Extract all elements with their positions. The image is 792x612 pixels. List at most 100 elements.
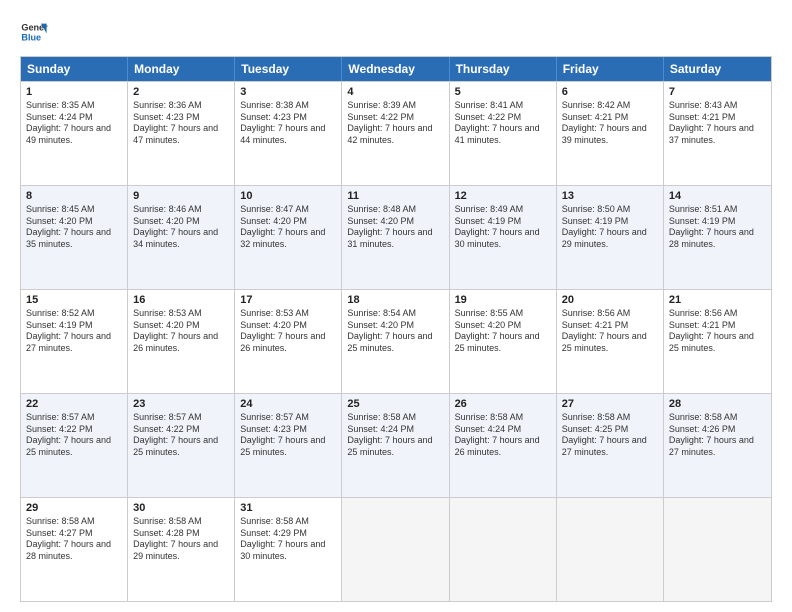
day-info: Sunrise: 8:58 AMSunset: 4:24 PMDaylight:… xyxy=(347,412,443,459)
day-info: Sunrise: 8:39 AMSunset: 4:22 PMDaylight:… xyxy=(347,100,443,147)
day-number: 25 xyxy=(347,398,443,410)
cal-cell: 5 Sunrise: 8:41 AMSunset: 4:22 PMDaylight… xyxy=(450,82,557,185)
cal-week-1: 1Sunrise: 8:35 AMSunset: 4:24 PMDaylight… xyxy=(21,81,771,185)
cal-cell: 26 Sunrise: 8:58 AMSunset: 4:24 PMDayligh… xyxy=(450,394,557,497)
day-number: 8 xyxy=(26,190,122,202)
cal-cell: 1Sunrise: 8:35 AMSunset: 4:24 PMDaylight… xyxy=(21,82,128,185)
cal-cell: 15 Sunrise: 8:52 AMSunset: 4:19 PMDayligh… xyxy=(21,290,128,393)
day-number: 19 xyxy=(455,294,551,306)
day-number: 9 xyxy=(133,190,229,202)
cal-cell: 29Sunrise: 8:58 AMSunset: 4:27 PMDayligh… xyxy=(21,498,128,601)
day-number: 28 xyxy=(669,398,766,410)
cal-cell: 20 Sunrise: 8:56 AMSunset: 4:21 PMDayligh… xyxy=(557,290,664,393)
day-number: 2 xyxy=(133,86,229,98)
day-number: 10 xyxy=(240,190,336,202)
day-info: Sunrise: 8:50 AMSunset: 4:19 PMDaylight:… xyxy=(562,204,658,251)
day-info: Sunrise: 8:48 AMSunset: 4:20 PMDaylight:… xyxy=(347,204,443,251)
logo-icon: General Blue xyxy=(20,18,48,46)
cal-header-thursday: Thursday xyxy=(450,57,557,81)
day-info: Sunrise: 8:51 AMSunset: 4:19 PMDaylight:… xyxy=(669,204,766,251)
day-info: Sunrise: 8:52 AMSunset: 4:19 PMDaylight:… xyxy=(26,308,122,355)
cal-header-friday: Friday xyxy=(557,57,664,81)
day-number: 1 xyxy=(26,86,122,98)
day-number: 3 xyxy=(240,86,336,98)
day-number: 5 xyxy=(455,86,551,98)
cal-cell: 3 Sunrise: 8:38 AMSunset: 4:23 PMDaylight… xyxy=(235,82,342,185)
day-number: 23 xyxy=(133,398,229,410)
cal-cell: 21Sunrise: 8:56 AMSunset: 4:21 PMDayligh… xyxy=(664,290,771,393)
cal-cell: 17 Sunrise: 8:53 AMSunset: 4:20 PMDayligh… xyxy=(235,290,342,393)
cal-cell xyxy=(450,498,557,601)
day-number: 24 xyxy=(240,398,336,410)
cal-cell: 18 Sunrise: 8:54 AMSunset: 4:20 PMDayligh… xyxy=(342,290,449,393)
svg-text:Blue: Blue xyxy=(21,32,41,42)
cal-header-monday: Monday xyxy=(128,57,235,81)
day-info: Sunrise: 8:58 AMSunset: 4:29 PMDaylight:… xyxy=(240,516,336,563)
day-info: Sunrise: 8:53 AMSunset: 4:20 PMDaylight:… xyxy=(133,308,229,355)
day-info: Sunrise: 8:57 AMSunset: 4:22 PMDaylight:… xyxy=(133,412,229,459)
logo: General Blue xyxy=(20,18,48,46)
day-info: Sunrise: 8:56 AMSunset: 4:21 PMDaylight:… xyxy=(562,308,658,355)
day-info: Sunrise: 8:49 AMSunset: 4:19 PMDaylight:… xyxy=(455,204,551,251)
cal-cell: 14Sunrise: 8:51 AMSunset: 4:19 PMDayligh… xyxy=(664,186,771,289)
cal-header-wednesday: Wednesday xyxy=(342,57,449,81)
day-info: Sunrise: 8:36 AMSunset: 4:23 PMDaylight:… xyxy=(133,100,229,147)
calendar-header-row: SundayMondayTuesdayWednesdayThursdayFrid… xyxy=(21,57,771,81)
calendar: SundayMondayTuesdayWednesdayThursdayFrid… xyxy=(20,56,772,602)
cal-cell xyxy=(342,498,449,601)
cal-cell: 11 Sunrise: 8:48 AMSunset: 4:20 PMDayligh… xyxy=(342,186,449,289)
day-number: 18 xyxy=(347,294,443,306)
cal-week-2: 8Sunrise: 8:45 AMSunset: 4:20 PMDaylight… xyxy=(21,185,771,289)
cal-cell: 8Sunrise: 8:45 AMSunset: 4:20 PMDaylight… xyxy=(21,186,128,289)
day-info: Sunrise: 8:54 AMSunset: 4:20 PMDaylight:… xyxy=(347,308,443,355)
cal-cell xyxy=(557,498,664,601)
cal-cell: 28 Sunrise: 8:58 AMSunset: 4:26 PMDayligh… xyxy=(664,394,771,497)
cal-cell: 19 Sunrise: 8:55 AMSunset: 4:20 PMDayligh… xyxy=(450,290,557,393)
day-info: Sunrise: 8:57 AMSunset: 4:22 PMDaylight:… xyxy=(26,412,122,459)
cal-cell: 30 Sunrise: 8:58 AMSunset: 4:28 PMDayligh… xyxy=(128,498,235,601)
day-info: Sunrise: 8:38 AMSunset: 4:23 PMDaylight:… xyxy=(240,100,336,147)
day-info: Sunrise: 8:57 AMSunset: 4:23 PMDaylight:… xyxy=(240,412,336,459)
cal-cell: 23 Sunrise: 8:57 AMSunset: 4:22 PMDayligh… xyxy=(128,394,235,497)
cal-cell: 27Sunrise: 8:58 AMSunset: 4:25 PMDayligh… xyxy=(557,394,664,497)
calendar-body: 1Sunrise: 8:35 AMSunset: 4:24 PMDaylight… xyxy=(21,81,771,601)
day-number: 20 xyxy=(562,294,658,306)
day-number: 17 xyxy=(240,294,336,306)
cal-week-4: 22 Sunrise: 8:57 AMSunset: 4:22 PMDayligh… xyxy=(21,393,771,497)
day-info: Sunrise: 8:58 AMSunset: 4:26 PMDaylight:… xyxy=(669,412,766,459)
cal-header-saturday: Saturday xyxy=(664,57,771,81)
day-number: 12 xyxy=(455,190,551,202)
cal-cell: 31Sunrise: 8:58 AMSunset: 4:29 PMDayligh… xyxy=(235,498,342,601)
cal-header-tuesday: Tuesday xyxy=(235,57,342,81)
day-info: Sunrise: 8:47 AMSunset: 4:20 PMDaylight:… xyxy=(240,204,336,251)
cal-cell: 12 Sunrise: 8:49 AMSunset: 4:19 PMDayligh… xyxy=(450,186,557,289)
cal-cell: 24 Sunrise: 8:57 AMSunset: 4:23 PMDayligh… xyxy=(235,394,342,497)
cal-cell: 25 Sunrise: 8:58 AMSunset: 4:24 PMDayligh… xyxy=(342,394,449,497)
day-info: Sunrise: 8:43 AMSunset: 4:21 PMDaylight:… xyxy=(669,100,766,147)
cal-cell: 22 Sunrise: 8:57 AMSunset: 4:22 PMDayligh… xyxy=(21,394,128,497)
cal-week-3: 15 Sunrise: 8:52 AMSunset: 4:19 PMDayligh… xyxy=(21,289,771,393)
day-number: 22 xyxy=(26,398,122,410)
cal-cell: 7Sunrise: 8:43 AMSunset: 4:21 PMDaylight… xyxy=(664,82,771,185)
cal-week-5: 29Sunrise: 8:58 AMSunset: 4:27 PMDayligh… xyxy=(21,497,771,601)
day-number: 15 xyxy=(26,294,122,306)
day-info: Sunrise: 8:46 AMSunset: 4:20 PMDaylight:… xyxy=(133,204,229,251)
cal-cell: 9 Sunrise: 8:46 AMSunset: 4:20 PMDaylight… xyxy=(128,186,235,289)
cal-cell: 6Sunrise: 8:42 AMSunset: 4:21 PMDaylight… xyxy=(557,82,664,185)
cal-cell: 16 Sunrise: 8:53 AMSunset: 4:20 PMDayligh… xyxy=(128,290,235,393)
day-number: 30 xyxy=(133,502,229,514)
cal-cell: 10 Sunrise: 8:47 AMSunset: 4:20 PMDayligh… xyxy=(235,186,342,289)
day-info: Sunrise: 8:53 AMSunset: 4:20 PMDaylight:… xyxy=(240,308,336,355)
day-info: Sunrise: 8:42 AMSunset: 4:21 PMDaylight:… xyxy=(562,100,658,147)
day-info: Sunrise: 8:41 AMSunset: 4:22 PMDaylight:… xyxy=(455,100,551,147)
day-info: Sunrise: 8:58 AMSunset: 4:28 PMDaylight:… xyxy=(133,516,229,563)
day-number: 11 xyxy=(347,190,443,202)
cal-cell xyxy=(664,498,771,601)
day-number: 21 xyxy=(669,294,766,306)
day-number: 13 xyxy=(562,190,658,202)
day-info: Sunrise: 8:55 AMSunset: 4:20 PMDaylight:… xyxy=(455,308,551,355)
day-info: Sunrise: 8:58 AMSunset: 4:24 PMDaylight:… xyxy=(455,412,551,459)
day-number: 27 xyxy=(562,398,658,410)
day-number: 26 xyxy=(455,398,551,410)
day-number: 16 xyxy=(133,294,229,306)
